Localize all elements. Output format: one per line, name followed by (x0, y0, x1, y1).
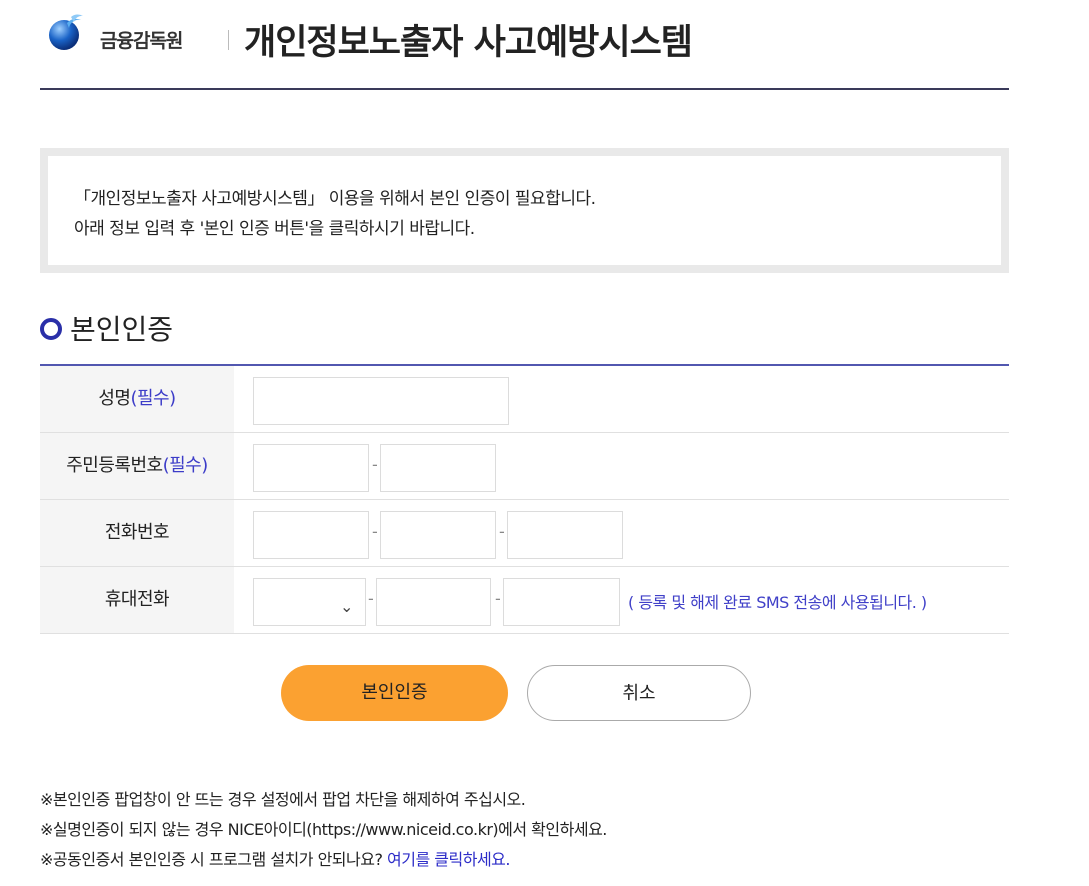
footer-note-nice: ※실명인증이 되지 않는 경우 NICE아이디(https://www.nice… (40, 820, 607, 839)
ssn-label-text: 주민등록번호 (66, 455, 163, 476)
name-label-text: 성명 (98, 388, 131, 409)
mobile-hint: ( 등록 및 해제 완료 SMS 전송에 사용됩니다. ) (628, 593, 927, 612)
phone-input-2[interactable] (380, 511, 496, 559)
phone-input-3[interactable] (507, 511, 623, 559)
install-help-link[interactable]: 여기를 클릭하세요. (387, 850, 510, 869)
identity-form: 성명(필수) 주민등록번호(필수) - 전화번호 - - 휴대전화 ⌄ - - … (40, 364, 1009, 634)
notice-inner: 「개인정보노출자 사고예방시스템」 이용을 위해서 본인 인증이 필요합니다. … (48, 156, 1001, 265)
separator: - (372, 455, 378, 474)
mobile-input-2[interactable] (376, 578, 491, 626)
ssn-input-front[interactable] (253, 444, 369, 492)
footer-note-popup: ※본인인증 팝업창이 안 뜨는 경우 설정에서 팝업 차단을 해제하여 주십시오… (40, 790, 526, 809)
ring-icon (40, 318, 62, 340)
notice-box: 「개인정보노출자 사고예방시스템」 이용을 위해서 본인 인증이 필요합니다. … (40, 148, 1009, 273)
ssn-label: 주민등록번호(필수) (40, 433, 234, 499)
org-name: 금융감독원 (100, 30, 183, 52)
separator: - (368, 589, 374, 608)
required-tag: (필수) (162, 455, 209, 476)
required-tag: (필수) (130, 388, 176, 409)
footer-note-cert: ※공동인증서 본인인증 시 프로그램 설치가 안되나요? 여기를 클릭하세요. (40, 846, 510, 870)
header-divider (228, 30, 229, 50)
mobile-input-3[interactable] (503, 578, 620, 626)
footer-note-cert-text: ※공동인증서 본인인증 시 프로그램 설치가 안되나요? (40, 850, 388, 869)
form-row-ssn: 주민등록번호(필수) - (40, 433, 1009, 500)
site-header: 금융감독원 개인정보노출자 사고예방시스템 (40, 0, 1009, 90)
name-label: 성명(필수) (40, 366, 234, 432)
ssn-input-back[interactable] (380, 444, 496, 492)
chevron-down-icon: ⌄ (340, 597, 354, 616)
site-title: 개인정보노출자 사고예방시스템 (244, 23, 693, 63)
fss-globe-logo-icon (49, 14, 83, 50)
carrier-select[interactable]: ⌄ (253, 578, 366, 626)
mobile-label: 휴대전화 (40, 567, 234, 633)
verify-button[interactable]: 본인인증 (281, 665, 508, 721)
form-row-name: 성명(필수) (40, 366, 1009, 433)
notice-line-1: 「개인정보노출자 사고예방시스템」 이용을 위해서 본인 인증이 필요합니다. (74, 189, 596, 209)
separator: - (499, 522, 505, 541)
separator: - (495, 589, 501, 608)
notice-line-2: 아래 정보 입력 후 '본인 인증 버튼'을 클릭하시기 바랍니다. (74, 219, 475, 239)
phone-label: 전화번호 (40, 500, 234, 566)
form-row-phone: 전화번호 - - (40, 500, 1009, 567)
phone-input-1[interactable] (253, 511, 369, 559)
cancel-button[interactable]: 취소 (527, 665, 751, 721)
form-row-mobile: 휴대전화 ⌄ - - ( 등록 및 해제 완료 SMS 전송에 사용됩니다. ) (40, 567, 1009, 634)
separator: - (372, 522, 378, 541)
section-title: 본인인증 (70, 313, 174, 346)
name-input[interactable] (253, 377, 509, 425)
